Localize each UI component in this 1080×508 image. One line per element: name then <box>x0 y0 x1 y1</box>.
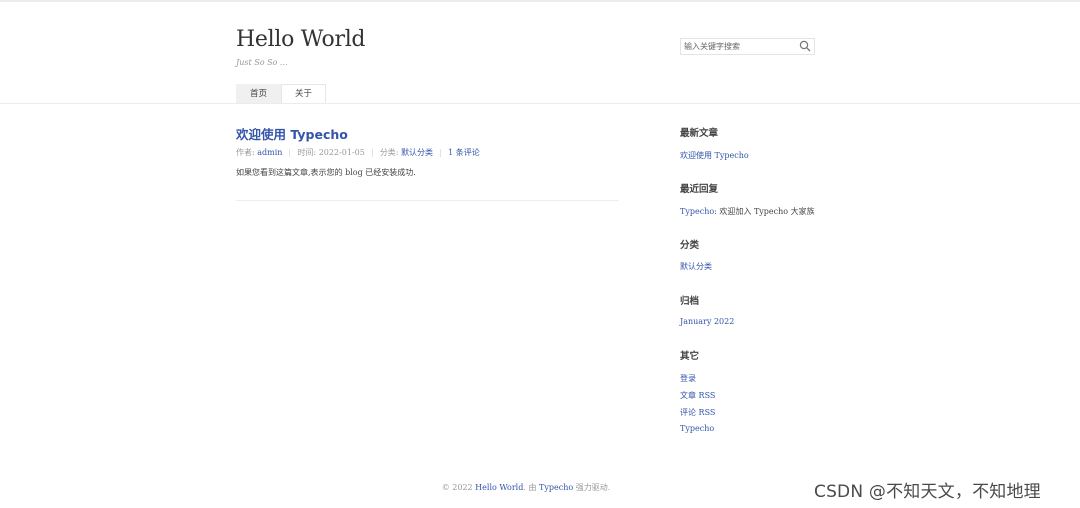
footer-site-link[interactable]: Hello World <box>475 483 523 492</box>
post-meta: 作者: admin 时间: 2022-01-05 分类: 默认分类 1 条评论 <box>236 147 480 158</box>
post-divider <box>236 200 619 201</box>
post-content: 如果您看到这篇文章,表示您的 blog 已经安装成功. <box>236 168 416 177</box>
meta-divider <box>371 148 373 157</box>
search-button[interactable] <box>798 40 812 53</box>
footer-suffix: 强力驱动. <box>573 483 611 492</box>
site-description: Just So So ... <box>236 58 288 67</box>
footer-powered-link[interactable]: Typecho <box>539 483 573 492</box>
watermark-text: CSDN @不知天文，不知地理 <box>814 482 1041 502</box>
recent-comment-item: Typecho: 欢迎加入 Typecho 大家族 <box>680 206 815 217</box>
typecho-link[interactable]: Typecho <box>680 424 714 433</box>
footer-middle-text: . 由 <box>523 483 539 492</box>
recent-comment-text: : 欢迎加入 Typecho 大家族 <box>714 207 815 216</box>
comments-rss-link[interactable]: 评论 RSS <box>680 407 715 418</box>
meta-divider <box>289 148 291 157</box>
header-divider <box>0 103 1080 104</box>
post-author-link[interactable]: admin <box>257 148 282 157</box>
post-title-link[interactable]: 欢迎使用 Typecho <box>236 124 348 143</box>
post-time-label: 时间: <box>297 148 317 157</box>
post-comments-link[interactable]: 1 条评论 <box>448 147 480 158</box>
widget-title-recent-posts: 最新文章 <box>680 128 719 139</box>
posts-rss-link[interactable]: 文章 RSS <box>680 390 715 401</box>
widget-title-archives: 归档 <box>680 296 700 307</box>
recent-post-link[interactable]: 欢迎使用 Typecho <box>680 150 749 161</box>
widget-title-recent-comments: 最近回复 <box>680 184 719 195</box>
post-category-label: 分类: <box>379 148 399 157</box>
meta-divider <box>440 148 442 157</box>
post-author-label: 作者: <box>236 148 255 157</box>
main-nav: 首页 关于 <box>236 84 327 104</box>
search-form <box>680 38 815 55</box>
post-category-link[interactable]: 默认分类 <box>401 147 433 158</box>
archive-link[interactable]: January 2022 <box>680 317 734 326</box>
search-icon <box>799 40 811 52</box>
footer-copyright: © 2022 <box>441 483 476 492</box>
category-link[interactable]: 默认分类 <box>680 261 712 272</box>
recent-comment-author-link[interactable]: Typecho <box>680 207 714 216</box>
login-link[interactable]: 登录 <box>680 373 696 384</box>
nav-item-home[interactable]: 首页 <box>236 84 282 103</box>
site-title-link[interactable]: Hello World <box>236 27 366 52</box>
widget-title-other: 其它 <box>680 351 700 362</box>
post-time: 2022-01-05 <box>318 148 365 157</box>
search-input[interactable] <box>681 39 794 54</box>
nav-item-about[interactable]: 关于 <box>281 84 327 103</box>
widget-title-categories: 分类 <box>680 240 700 251</box>
top-border <box>0 0 1080 2</box>
